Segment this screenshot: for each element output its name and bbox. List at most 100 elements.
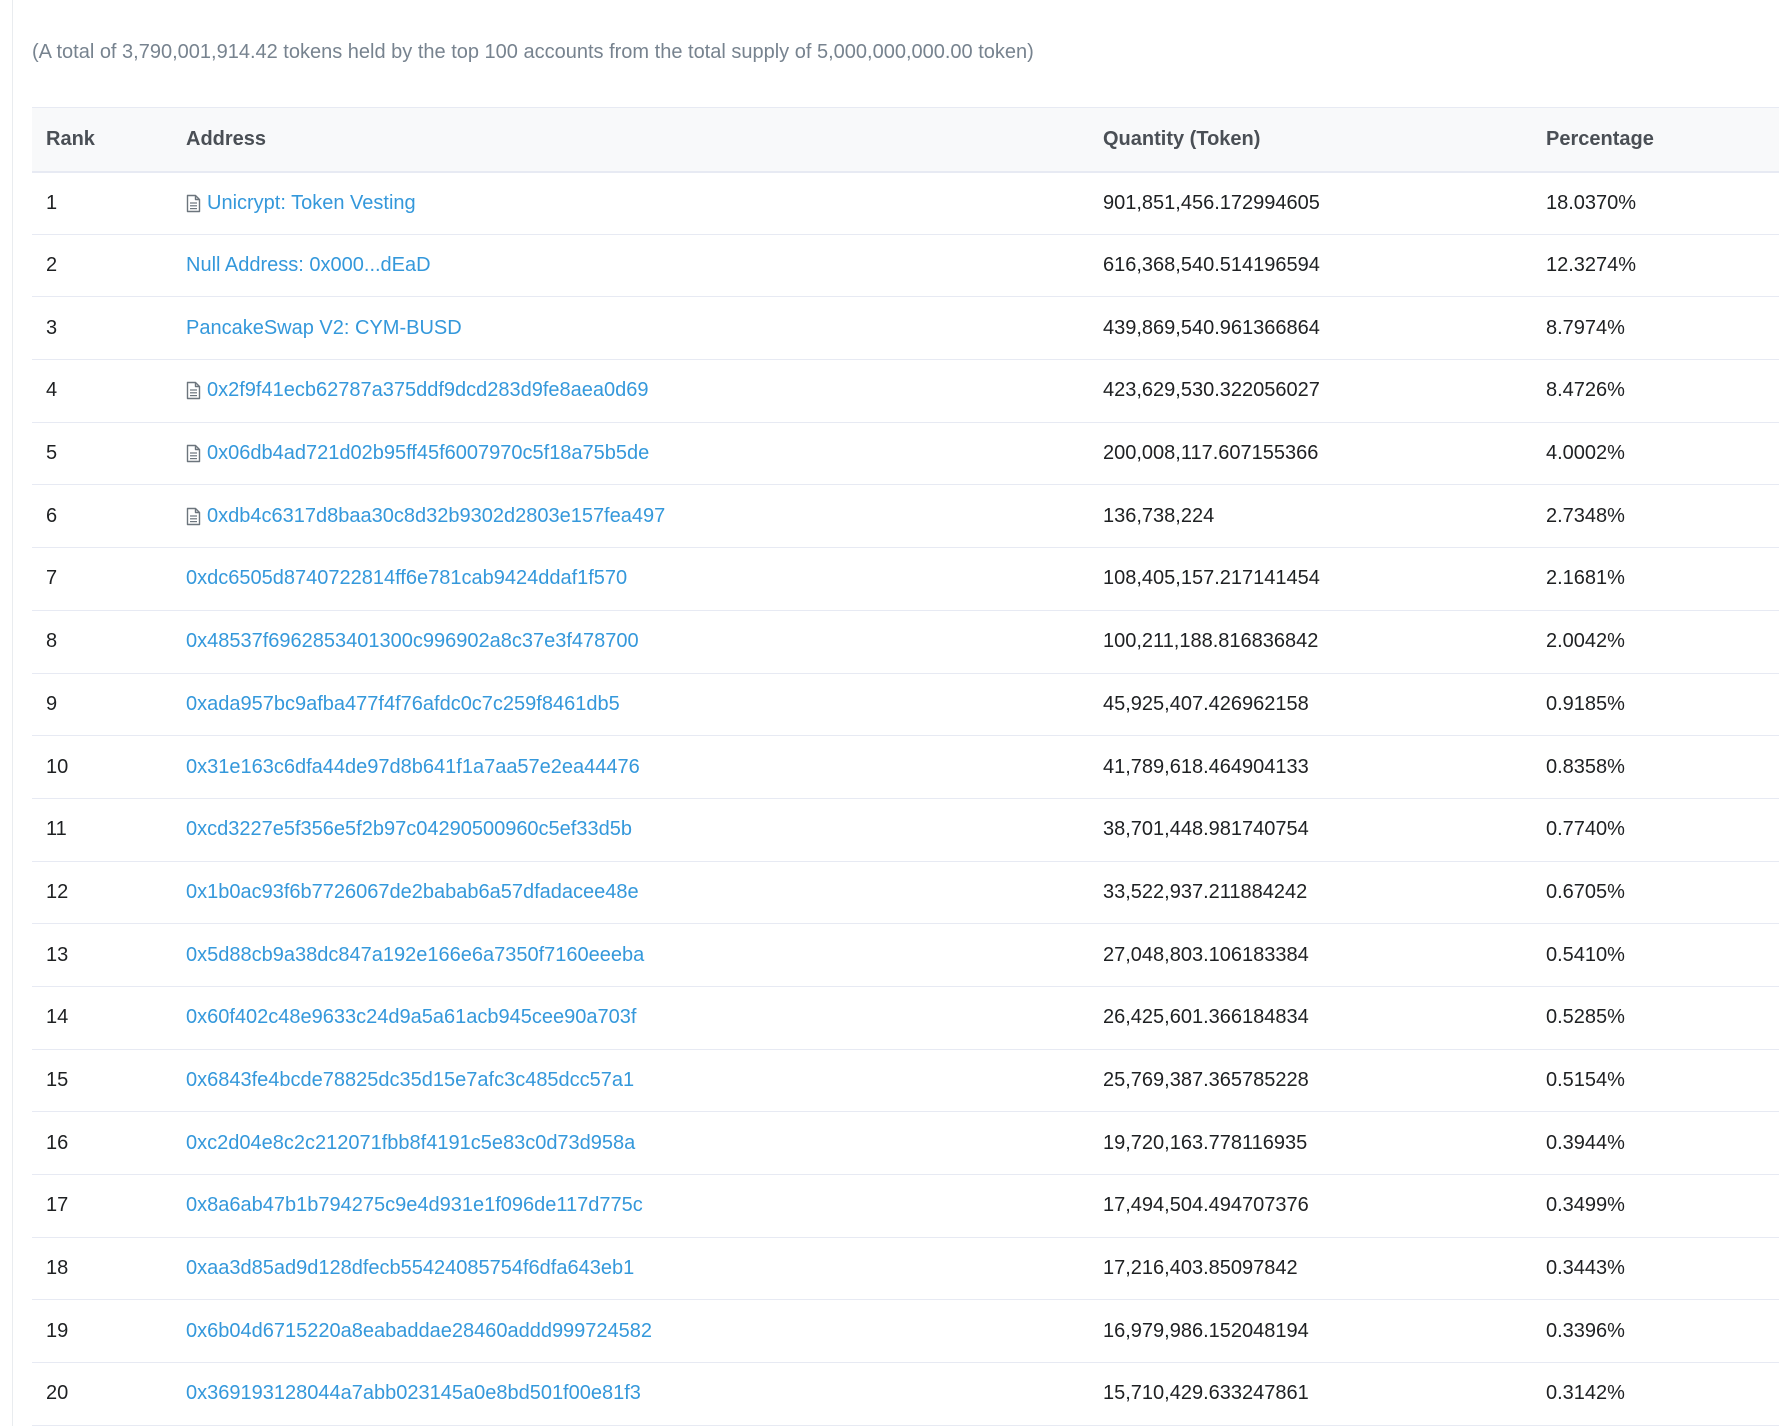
table-row: 20 0x369193128044a7abb023145a0e8bd501f00… [32,1362,1779,1426]
percentage-cell: 0.3944% [1532,1111,1779,1175]
percentage-cell: 0.9185% [1532,673,1779,737]
table-row: 3 PancakeSwap V2: CYM-BUSD 439,869,540.9… [32,296,1779,361]
rank-value: 13 [46,943,69,966]
address-wrap: 0xdb4c6317d8baa30c8d32b9302d2803e157fea4… [186,505,1089,528]
table-row: 10 0x31e163c6dfa44de97d8b641f1a7aa57e2ea… [32,735,1779,799]
address-cell: 0x5d88cb9a38dc847a192e166e6a7350f7160eee… [172,923,1089,987]
table-row: 13 0x5d88cb9a38dc847a192e166e6a7350f7160… [32,923,1779,987]
address-wrap: 0xcd3227e5f356e5f2b97c04290500960c5ef33d… [186,818,1089,841]
rank-value: 5 [46,442,58,465]
quantity-cell: 38,701,448.981740754 [1089,798,1532,862]
address-cell: 0x48537f6962853401300c996902a8c37e3f4787… [172,610,1089,674]
address-link[interactable]: 0x1b0ac93f6b7726067de2babab6a57dfadacee4… [186,881,639,904]
address-cell: 0x1b0ac93f6b7726067de2babab6a57dfadacee4… [172,861,1089,925]
quantity-value: 38,701,448.981740754 [1103,818,1309,841]
quantity-cell: 439,869,540.961366864 [1089,296,1532,361]
address-link[interactable]: 0x48537f6962853401300c996902a8c37e3f4787… [186,630,639,653]
rank-cell: 3 [32,296,172,361]
rank-cell: 7 [32,547,172,611]
quantity-cell: 108,405,157.217141454 [1089,547,1532,611]
rank-cell: 15 [32,1049,172,1113]
percentage-value: 0.5410% [1546,943,1625,966]
address-link[interactable]: 0xaa3d85ad9d128dfecb55424085754f6dfa643e… [186,1257,634,1280]
quantity-cell: 15,710,429.633247861 [1089,1362,1532,1426]
address-link[interactable]: Null Address: 0x000...dEaD [186,254,431,277]
address-cell: 0xdb4c6317d8baa30c8d32b9302d2803e157fea4… [172,484,1089,549]
rank-value: 20 [46,1382,69,1405]
percentage-cell: 18.0370% [1532,171,1779,235]
quantity-value: 136,738,224 [1103,504,1215,527]
quantity-value: 19,720,163.778116935 [1103,1131,1308,1154]
table-row: 17 0x8a6ab47b1b794275c9e4d931e1f096de117… [32,1174,1779,1238]
address-cell: 0x8a6ab47b1b794275c9e4d931e1f096de117d77… [172,1174,1089,1238]
address-wrap: 0x31e163c6dfa44de97d8b641f1a7aa57e2ea444… [186,756,1089,779]
rank-value: 6 [46,504,58,527]
address-link[interactable]: 0x31e163c6dfa44de97d8b641f1a7aa57e2ea444… [186,756,640,779]
quantity-cell: 41,789,618.464904133 [1089,735,1532,799]
address-link[interactable]: 0x5d88cb9a38dc847a192e166e6a7350f7160eee… [186,944,644,967]
percentage-cell: 0.3396% [1532,1299,1779,1364]
percentage-value: 0.3443% [1546,1257,1625,1280]
rank-cell: 5 [32,422,172,486]
percentage-value: 0.7740% [1546,818,1625,841]
address-link[interactable]: PancakeSwap V2: CYM-BUSD [186,317,462,340]
address-link[interactable]: 0xdc6505d8740722814ff6e781cab9424ddaf1f5… [186,567,627,590]
address-cell: PancakeSwap V2: CYM-BUSD [172,296,1089,361]
quantity-cell: 16,979,986.152048194 [1089,1299,1532,1364]
table-row: 14 0x60f402c48e9633c24d9a5a61acb945cee90… [32,986,1779,1050]
address-link[interactable]: 0x06db4ad721d02b95ff45f6007970c5f18a75b5… [207,442,649,465]
address-link[interactable]: 0x2f9f41ecb62787a375ddf9dcd283d9fe8aea0d… [207,379,649,402]
address-link[interactable]: 0x6843fe4bcde78825dc35d15e7afc3c485dcc57… [186,1069,634,1092]
rank-value: 2 [46,254,58,277]
percentage-cell: 8.4726% [1532,359,1779,423]
percentage-value: 0.3944% [1546,1131,1625,1154]
percentage-cell: 4.0002% [1532,422,1779,486]
quantity-value: 200,008,117.607155366 [1103,442,1319,465]
quantity-cell: 423,629,530.322056027 [1089,359,1532,423]
address-wrap: 0x06db4ad721d02b95ff45f6007970c5f18a75b5… [186,442,1089,465]
rank-cell: 18 [32,1237,172,1301]
quantity-value: 41,789,618.464904133 [1103,755,1309,778]
address-link[interactable]: 0xada957bc9afba477f4f76afdc0c7c259f8461d… [186,693,620,716]
quantity-cell: 45,925,407.426962158 [1089,673,1532,737]
quantity-cell: 17,494,504.494707376 [1089,1174,1532,1238]
quantity-cell: 19,720,163.778116935 [1089,1111,1532,1175]
table-row: 19 0x6b04d6715220a8eabaddae28460addd9997… [32,1299,1779,1364]
address-link[interactable]: 0xcd3227e5f356e5f2b97c04290500960c5ef33d… [186,818,632,841]
address-link[interactable]: 0x6b04d6715220a8eabaddae28460addd9997245… [186,1320,652,1343]
percentage-cell: 2.7348% [1532,484,1779,549]
address-cell: 0x31e163c6dfa44de97d8b641f1a7aa57e2ea444… [172,735,1089,799]
quantity-value: 17,494,504.494707376 [1103,1194,1309,1217]
address-link[interactable]: 0x60f402c48e9633c24d9a5a61acb945cee90a70… [186,1006,636,1029]
rank-value: 8 [46,630,58,653]
quantity-cell: 33,522,937.211884242 [1089,861,1532,925]
quantity-cell: 27,048,803.106183384 [1089,923,1532,987]
header-rank: Rank [32,107,172,173]
address-link[interactable]: 0xdb4c6317d8baa30c8d32b9302d2803e157fea4… [207,505,665,528]
rank-value: 17 [46,1194,69,1217]
rank-cell: 2 [32,234,172,298]
address-cell: 0xada957bc9afba477f4f76afdc0c7c259f8461d… [172,673,1089,737]
address-wrap: PancakeSwap V2: CYM-BUSD [186,317,1089,340]
header-row: Rank Address Quantity (Token) Percentage [32,107,1779,173]
percentage-value: 0.5154% [1546,1068,1625,1091]
rank-value: 18 [46,1257,69,1280]
percentage-value: 8.7974% [1546,316,1625,339]
quantity-cell: 200,008,117.607155366 [1089,422,1532,486]
rank-cell: 17 [32,1174,172,1238]
rank-cell: 12 [32,861,172,925]
address-link[interactable]: 0x8a6ab47b1b794275c9e4d931e1f096de117d77… [186,1194,643,1217]
percentage-cell: 0.7740% [1532,798,1779,862]
rank-cell: 19 [32,1299,172,1364]
address-cell: 0x6843fe4bcde78825dc35d15e7afc3c485dcc57… [172,1049,1089,1113]
percentage-value: 0.6705% [1546,880,1625,903]
file-text-icon [186,194,201,212]
percentage-value: 0.3142% [1546,1382,1625,1405]
address-link[interactable]: 0x369193128044a7abb023145a0e8bd501f00e81… [186,1382,641,1405]
address-cell: 0xaa3d85ad9d128dfecb55424085754f6dfa643e… [172,1237,1089,1301]
rank-value: 7 [46,567,58,590]
address-link[interactable]: 0xc2d04e8c2c212071fbb8f4191c5e83c0d73d95… [186,1132,635,1155]
rank-cell: 4 [32,359,172,423]
table-row: 7 0xdc6505d8740722814ff6e781cab9424ddaf1… [32,547,1779,611]
address-link[interactable]: Unicrypt: Token Vesting [207,192,416,215]
